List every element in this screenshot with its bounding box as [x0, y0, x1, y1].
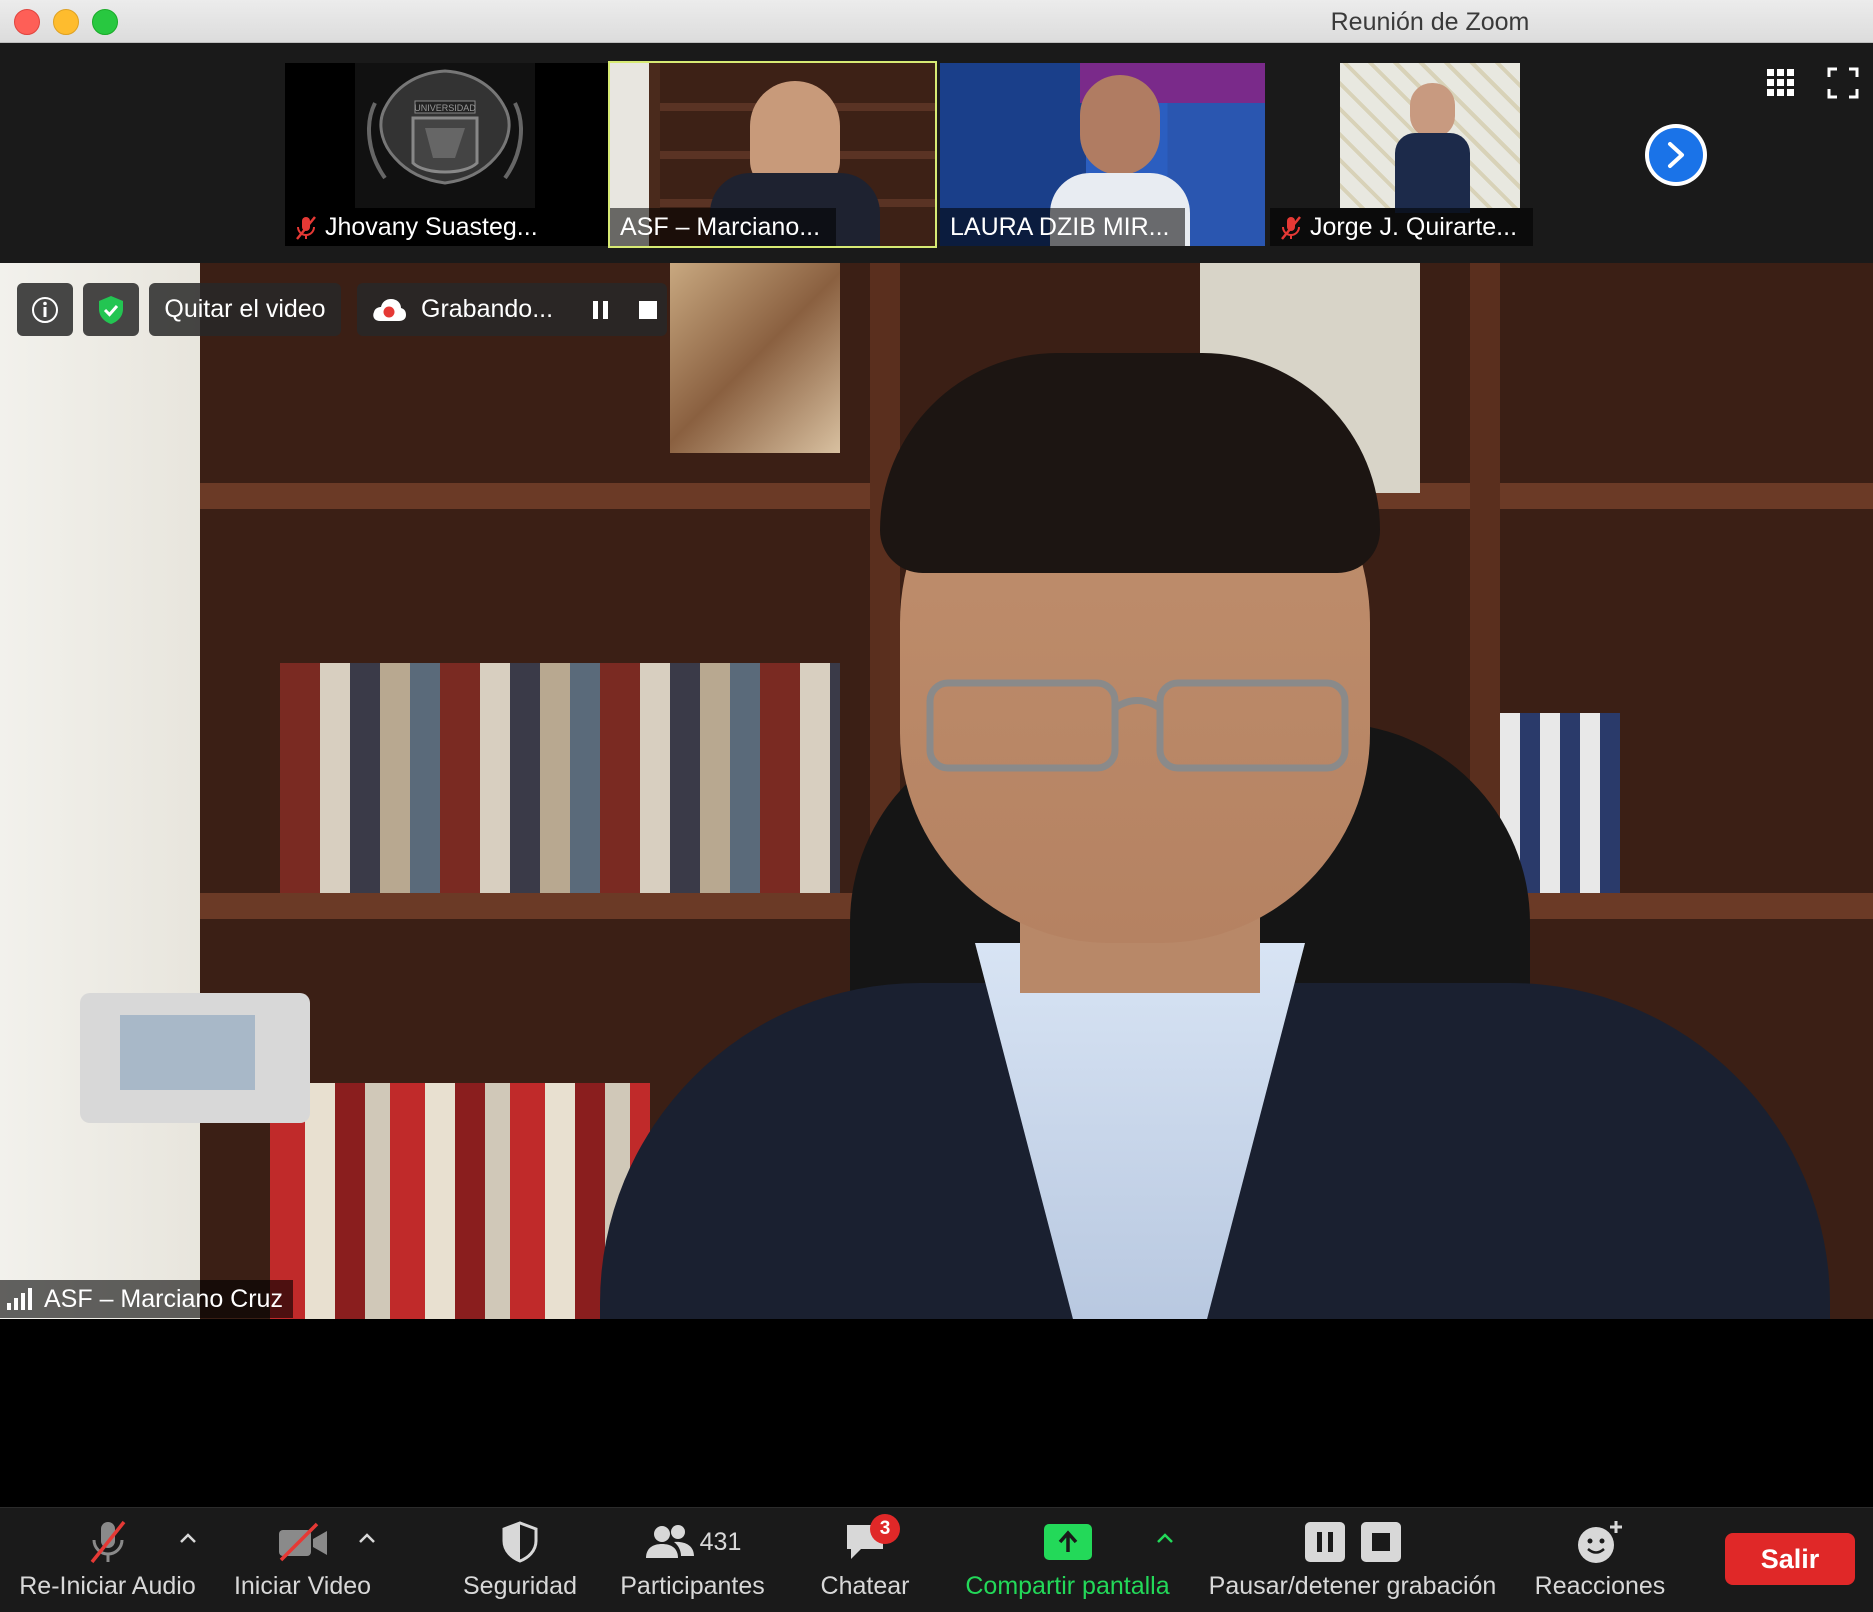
shield-icon	[502, 1521, 538, 1563]
close-window-button[interactable]	[14, 9, 40, 35]
art-print	[670, 263, 840, 453]
phone-screen	[120, 1015, 255, 1090]
mic-muted-icon	[90, 1520, 125, 1564]
info-icon	[32, 296, 58, 323]
university-logo: UNIVERSIDAD	[355, 63, 535, 208]
meeting-info-button[interactable]	[17, 283, 73, 336]
participant-thumbnail[interactable]: Jorge J. Quirarte...	[1270, 63, 1595, 246]
share-screen-icon	[1043, 1524, 1092, 1560]
stop-recording-icon	[1360, 1522, 1401, 1562]
next-page-button[interactable]	[1645, 124, 1707, 186]
participant-thumbnail[interactable]: LAURA DZIB MIR...	[940, 63, 1265, 246]
participant-video-figure	[1410, 83, 1455, 138]
participant-suit	[1395, 133, 1470, 213]
participant-name: Jhovany Suasteg...	[285, 208, 554, 246]
window-title: Reunión de Zoom	[1330, 8, 1530, 36]
logo-text: UNIVERSIDAD	[414, 103, 476, 113]
signal-strength-icon	[7, 1288, 32, 1310]
book-row	[280, 663, 840, 893]
participant-strip: UNIVERSIDAD Jhovany Suasteg... ASF – Mar…	[0, 43, 1873, 263]
stop-icon[interactable]	[637, 299, 659, 321]
recording-label: Grabando...	[421, 295, 554, 323]
mic-muted-icon	[1281, 216, 1301, 241]
audio-options-caret-icon[interactable]	[176, 1528, 200, 1548]
main-speaker-video	[0, 263, 1873, 1319]
pause-recording-icon	[1304, 1522, 1345, 1562]
participant-thumbnail[interactable]: UNIVERSIDAD Jhovany Suasteg...	[285, 63, 610, 246]
meeting-toolbar: Re-Iniciar Audio Iniciar Video Seguridad…	[0, 1507, 1873, 1612]
mic-muted-icon	[296, 216, 316, 241]
participant-name: Jorge J. Quirarte...	[1270, 208, 1534, 246]
video-letterbox	[0, 1319, 1873, 1507]
grid-icon[interactable]	[1761, 63, 1801, 103]
speaker-hair	[880, 353, 1380, 573]
share-screen-button[interactable]: Compartir pantalla	[960, 1518, 1175, 1608]
encryption-status-button[interactable]	[83, 283, 139, 336]
participant-video-figure	[1080, 75, 1160, 175]
security-button[interactable]: Seguridad	[450, 1518, 590, 1608]
shield-check-icon	[99, 295, 123, 324]
participants-button[interactable]: 431 Participantes	[610, 1518, 775, 1608]
participants-icon	[645, 1525, 694, 1558]
emoji-add-icon	[1578, 1521, 1622, 1563]
participant-name: LAURA DZIB MIR...	[940, 208, 1186, 246]
cloud-record-icon	[373, 298, 406, 321]
main-speaker-name-label: ASF – Marciano Cruz	[0, 1280, 293, 1318]
fullscreen-icon[interactable]	[1823, 63, 1863, 103]
chevron-right-icon	[1668, 142, 1684, 168]
participants-count: 431	[699, 1527, 742, 1556]
maximize-window-button[interactable]	[92, 9, 118, 35]
pause-stop-recording-button[interactable]: Pausar/detener grabación	[1205, 1518, 1500, 1608]
reactions-button[interactable]: Reacciones	[1525, 1518, 1675, 1608]
speaker-glasses	[926, 679, 1349, 772]
video-off-icon	[278, 1522, 327, 1562]
leave-meeting-button[interactable]: Salir	[1725, 1533, 1855, 1585]
participant-name: ASF – Marciano...	[610, 208, 837, 246]
chat-unread-badge: 3	[870, 1514, 900, 1544]
minimize-window-button[interactable]	[53, 9, 79, 35]
participant-thumbnail-active[interactable]: ASF – Marciano...	[608, 61, 937, 248]
book-row	[270, 1083, 650, 1319]
video-options-caret-icon[interactable]	[355, 1528, 379, 1548]
stop-video-button[interactable]: Quitar el video	[149, 283, 341, 336]
recording-indicator: Grabando...	[357, 283, 667, 336]
title-bar: Reunión de Zoom	[0, 0, 1873, 43]
chat-button[interactable]: Chatear	[810, 1518, 920, 1608]
pause-icon[interactable]	[590, 298, 612, 322]
share-options-caret-icon[interactable]	[1153, 1528, 1177, 1548]
